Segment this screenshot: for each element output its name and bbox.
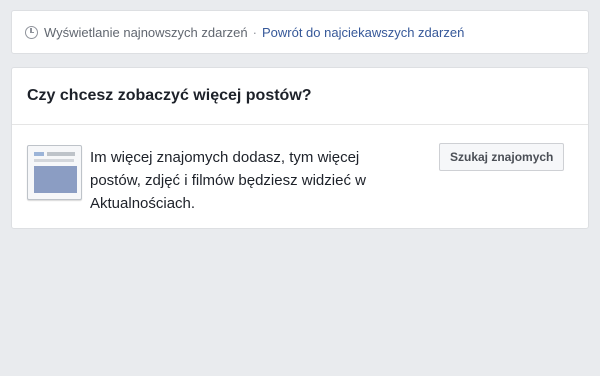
find-friends-card: Czy chcesz zobaczyć więcej postów? Im wi… [11, 67, 589, 229]
sort-status-label: Wyświetlanie najnowszych zdarzeń [44, 24, 248, 40]
clock-icon [25, 25, 38, 39]
separator: · [252, 24, 257, 40]
find-friends-button[interactable]: Szukaj znajomych [439, 143, 565, 171]
news-feed-illustration-icon [27, 145, 82, 200]
top-stories-link[interactable]: Powrót do najciekawszych zdarzeń [262, 25, 464, 40]
feed-sort-bar: Wyświetlanie najnowszych zdarzeń · Powró… [11, 10, 589, 54]
card-message: Im więcej znajomych dodasz, tym więcej p… [90, 149, 366, 212]
card-body: Im więcej znajomych dodasz, tym więcej p… [12, 125, 588, 229]
news-feed-page: Wyświetlanie najnowszych zdarzeń · Powró… [0, 0, 600, 376]
card-title: Czy chcesz zobaczyć więcej postów? [12, 68, 588, 125]
